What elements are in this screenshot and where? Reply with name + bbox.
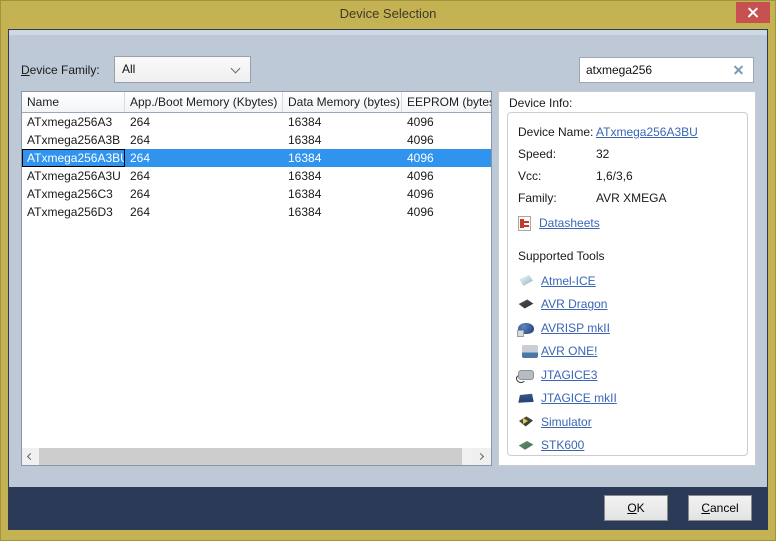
field-value: AVR XMEGA [596,187,666,209]
datasheets-link[interactable]: Datasheets [539,216,600,230]
tool-item: AVR Dragon [518,293,743,317]
field-value: 32 [596,143,609,165]
table-row[interactable]: ATxmega256A3BU264163844096 [22,149,491,167]
cell-data_mem: 16384 [283,185,402,203]
cell-data_mem: 16384 [283,131,402,149]
simulator-icon [518,414,534,429]
tool-link[interactable]: Atmel-ICE [541,274,596,288]
device-name-link[interactable]: ATxmega256A3BU [596,121,698,143]
scrollbar-thumb[interactable] [39,448,462,465]
cell-app_boot: 264 [125,149,283,167]
device-info-groupbox: Device Name:ATxmega256A3BUSpeed:32Vcc:1,… [507,112,748,456]
cell-app_boot: 264 [125,185,283,203]
field-label: Family: [518,187,596,209]
cell-app_boot: 264 [125,203,283,221]
cell-data_mem: 16384 [283,203,402,221]
table-header: Name App./Boot Memory (Kbytes) Data Memo… [22,92,491,113]
avr-one-icon [522,345,538,358]
tool-item: AVRISP mkII [518,316,743,340]
column-header-app-boot-memory[interactable]: App./Boot Memory (Kbytes) [125,92,283,112]
table-row[interactable]: ATxmega256A3U264163844096 [22,167,491,185]
titlebar: Device Selection [1,1,775,29]
horizontal-scrollbar[interactable] [22,448,491,465]
scrollbar-track[interactable] [39,448,474,465]
ok-button[interactable]: OK [604,495,668,521]
tool-link[interactable]: STK600 [541,438,584,452]
device-info-field: Speed:32 [518,143,743,165]
jtagice-mkii-icon [518,391,534,406]
scroll-right-arrow[interactable] [474,448,491,465]
cell-name: ATxmega256A3 [22,113,125,131]
cell-name: ATxmega256A3BU [22,149,125,167]
field-label: Vcc: [518,165,596,187]
close-button[interactable] [736,2,770,23]
dialog-body: Device Family: All Name App./Boot Memory… [8,29,768,530]
avrisp-mkii-icon [518,323,534,334]
field-label: Device Name: [518,121,596,143]
cell-eeprom: 4096 [402,203,491,221]
cell-name: ATxmega256A3U [22,167,125,185]
search-input[interactable] [586,59,726,81]
cell-eeprom: 4096 [402,185,491,203]
cell-data_mem: 16384 [283,167,402,185]
column-header-name[interactable]: Name [22,92,125,112]
tool-link[interactable]: AVRISP mkII [541,321,610,335]
cell-data_mem: 16384 [283,113,402,131]
device-family-label: Device Family: [21,63,100,77]
device-selection-dialog: Device Selection Device Family: All Name… [0,0,776,541]
stk600-icon [518,438,534,453]
cell-data_mem: 16384 [283,149,402,167]
close-icon [747,6,760,19]
column-header-eeprom[interactable]: EEPROM (bytes) [402,92,491,112]
chevron-down-icon [231,64,241,74]
scroll-left-arrow[interactable] [22,448,39,465]
device-info-field: Family:AVR XMEGA [518,187,743,209]
device-info-field: Device Name:ATxmega256A3BU [518,121,743,143]
clear-search-icon[interactable] [729,61,747,79]
tool-item: Atmel-ICE [518,269,743,293]
search-box [579,57,754,83]
tool-item: AVR ONE! [518,340,743,364]
jtagice3-icon [518,370,534,380]
cell-eeprom: 4096 [402,167,491,185]
atmel-ice-icon [518,273,534,288]
cell-app_boot: 264 [125,167,283,185]
tool-item: Simulator [518,410,743,434]
device-info-title: Device Info: [509,96,572,110]
avr-dragon-icon [518,297,534,312]
cell-eeprom: 4096 [402,113,491,131]
dialog-footer: OK Cancel [9,487,767,529]
device-table: Name App./Boot Memory (Kbytes) Data Memo… [21,91,492,466]
cell-name: ATxmega256D3 [22,203,125,221]
column-header-data-memory[interactable]: Data Memory (bytes) [283,92,402,112]
cell-eeprom: 4096 [402,149,491,167]
tool-link[interactable]: Simulator [541,415,592,429]
tool-link[interactable]: JTAGICE3 [541,368,597,382]
cell-app_boot: 264 [125,113,283,131]
field-value: 1,6/3,6 [596,165,633,187]
cancel-button[interactable]: Cancel [688,495,752,521]
cell-app_boot: 264 [125,131,283,149]
supported-tools-title: Supported Tools [518,249,743,269]
table-row[interactable]: ATxmega256A3B264163844096 [22,131,491,149]
device-family-value: All [122,62,135,76]
tool-item: JTAGICE3 [518,363,743,387]
window-title: Device Selection [1,1,775,27]
tool-item: STK600 [518,434,743,457]
pdf-icon [518,216,531,231]
tool-link[interactable]: JTAGICE mkII [541,391,617,405]
tool-item: JTAGICE mkII [518,387,743,411]
cell-name: ATxmega256C3 [22,185,125,203]
table-row[interactable]: ATxmega256D3264163844096 [22,203,491,221]
cell-name: ATxmega256A3B [22,131,125,149]
table-row[interactable]: ATxmega256A3264163844096 [22,113,491,131]
device-info-field: Vcc:1,6/3,6 [518,165,743,187]
device-info-panel: Device Info: Device Name:ATxmega256A3BUS… [498,91,756,466]
tool-link[interactable]: AVR Dragon [541,297,607,311]
device-family-select[interactable]: All [114,56,251,83]
table-row[interactable]: ATxmega256C3264163844096 [22,185,491,203]
cell-eeprom: 4096 [402,131,491,149]
tool-link[interactable]: AVR ONE! [541,344,597,358]
field-label: Speed: [518,143,596,165]
